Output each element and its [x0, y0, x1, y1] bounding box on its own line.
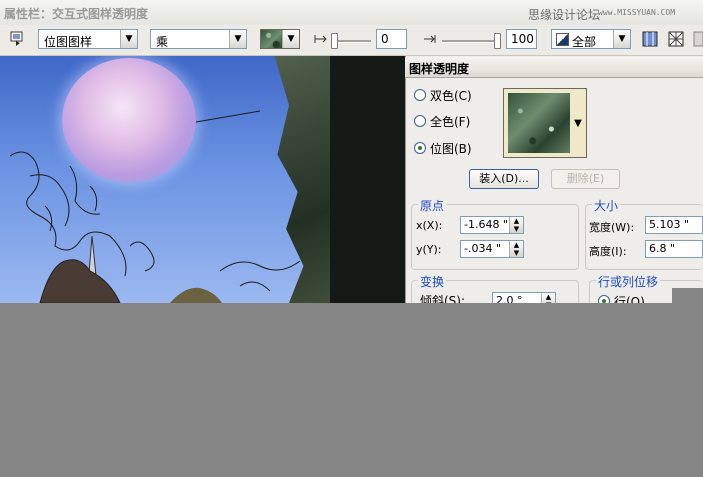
origin-y-value: -.034 ": [464, 242, 502, 255]
spinner-arrows-icon[interactable]: ▲▼: [509, 241, 523, 257]
size-width-value: 5.103 ": [649, 218, 690, 231]
origin-y-label: y(Y):: [416, 243, 442, 256]
size-group: 大小: [585, 197, 703, 270]
transparency-tool-icon[interactable]: [8, 29, 28, 49]
site-url-watermark: www.MISSYUAN.COM: [598, 8, 676, 17]
gray-overlay: [0, 303, 703, 477]
origin-y-input[interactable]: -.034 " ▲ ▼: [460, 240, 524, 258]
end-slider-track[interactable]: [442, 40, 500, 43]
sketch-linework: [9, 110, 301, 303]
window-title: 属性栏：交互式图样透明度: [4, 7, 149, 21]
spinner-arrows-icon[interactable]: ▲▼: [509, 217, 523, 233]
transparency-type-value: 位图图样: [44, 35, 93, 49]
size-group-title: 大小: [592, 197, 621, 214]
offset-group-title: 行或列位移: [596, 273, 661, 290]
gray-overlay-corner: [672, 288, 703, 304]
property-bar: 位图图样 ▼ 乘 ▼ ▼ 0 100 全部 ▼: [0, 25, 703, 56]
origin-x-value: -1.648 ": [464, 218, 509, 231]
start-slider-thumb[interactable]: [331, 33, 338, 49]
freeze-icon[interactable]: [640, 29, 660, 49]
origin-group: 原点: [411, 197, 579, 270]
size-height-label: 高度(I):: [589, 245, 627, 258]
pattern-picker[interactable]: ▼: [260, 29, 300, 49]
transparency-type-select[interactable]: 位图图样 ▼: [38, 29, 138, 49]
origin-x-label: x(X):: [416, 219, 443, 232]
size-width-label: 宽度(W):: [589, 221, 635, 234]
chevron-down-icon[interactable]: ▼: [572, 99, 584, 149]
size-width-input[interactable]: 5.103 ": [645, 216, 703, 234]
chevron-down-icon[interactable]: ▼: [120, 30, 137, 48]
origin-x-input[interactable]: -1.648 " ▲ ▼: [460, 216, 524, 234]
merge-mode-value: 乘: [156, 35, 169, 49]
pattern-thumbnail: [508, 93, 570, 153]
apply-to-value: 全部: [572, 35, 597, 49]
panel-title: 图样透明度: [409, 62, 470, 76]
end-slider-thumb[interactable]: [494, 33, 501, 49]
panel-header: 图样透明度: [405, 57, 703, 78]
delete-button[interactable]: 删除(E): [551, 169, 620, 189]
radio-bitmap[interactable]: [414, 142, 426, 154]
start-transparency-input[interactable]: 0: [376, 29, 407, 49]
site-watermark: 思缘设计论坛: [528, 8, 601, 22]
properties-titlebar: 属性栏：交互式图样透明度 思缘设计论坛 www.MISSYUAN.COM: [0, 0, 703, 25]
chevron-down-icon[interactable]: ▼: [229, 30, 246, 48]
start-node-icon: [314, 31, 328, 51]
radio-bitmap-label: 位图(B): [430, 142, 472, 156]
chevron-down-icon[interactable]: ▼: [282, 30, 299, 48]
radio-two-color[interactable]: [414, 89, 426, 101]
overflow-icon[interactable]: [692, 29, 703, 49]
radio-full-color-label: 全色(F): [430, 115, 471, 129]
size-height-value: 6.8 ": [649, 242, 676, 255]
merge-mode-select[interactable]: 乘 ▼: [150, 29, 247, 49]
copy-transparency-icon[interactable]: [666, 29, 686, 49]
apply-to-select[interactable]: 全部 ▼: [551, 29, 631, 49]
transform-group-title: 变换: [418, 273, 447, 290]
pattern-preview[interactable]: ▼: [503, 88, 587, 158]
document-canvas[interactable]: [0, 56, 405, 303]
radio-full-color[interactable]: [414, 115, 426, 127]
origin-group-title: 原点: [418, 197, 447, 214]
end-node-icon: [423, 31, 437, 51]
chevron-down-icon[interactable]: ▼: [613, 30, 630, 48]
fill-target-icon: [556, 33, 569, 46]
end-transparency-input[interactable]: 100: [506, 29, 537, 49]
size-height-input[interactable]: 6.8 ": [645, 240, 703, 258]
radio-two-color-label: 双色(C): [430, 89, 472, 103]
load-button[interactable]: 装入(D)...: [469, 169, 539, 189]
